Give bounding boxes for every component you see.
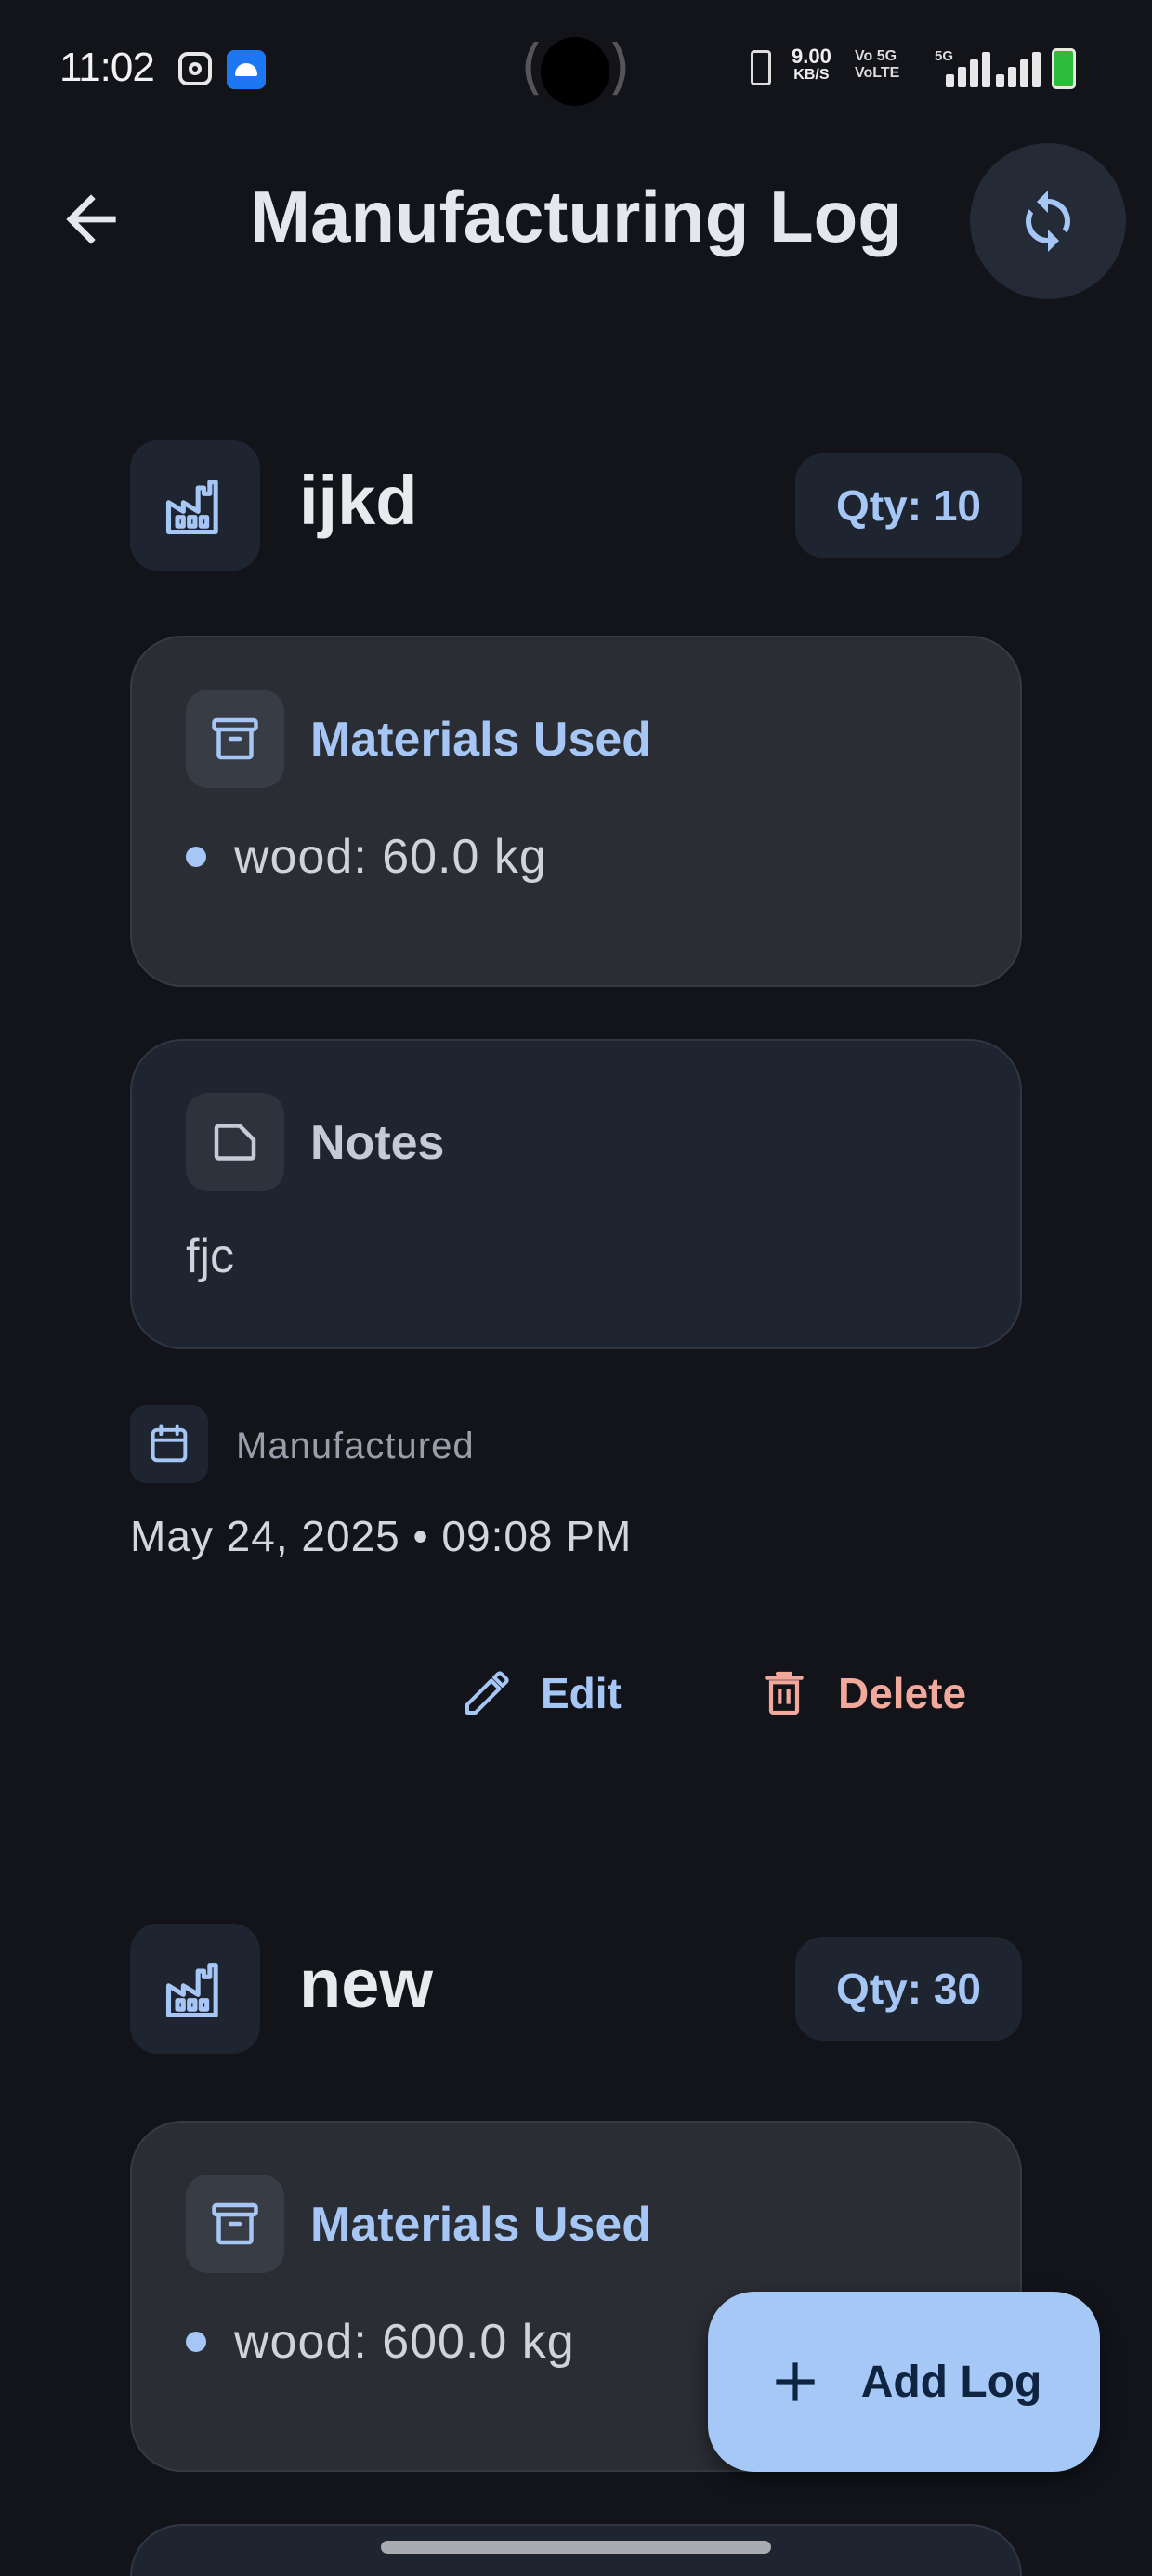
- material-item: wood: 600.0 kg: [186, 2314, 575, 2370]
- signal-icon-1: [942, 48, 994, 87]
- vibrate-icon: [751, 50, 771, 85]
- calendar-icon: [151, 1424, 188, 1463]
- factory-icon: [165, 1963, 218, 2018]
- instagram-icon: [178, 52, 212, 85]
- materials-title: Materials Used: [310, 2198, 652, 2252]
- factory-icon-box: [130, 1924, 260, 2054]
- materials-section: Materials Used wood: 60.0 kg: [130, 636, 1022, 987]
- notes-title: Notes: [310, 1116, 445, 1170]
- archive-icon: [212, 2202, 258, 2245]
- material-item: wood: 60.0 kg: [186, 829, 547, 885]
- manufactured-date: May 24, 2025 • 09:08 PM: [130, 1512, 633, 1560]
- delete-button[interactable]: Delete: [758, 1647, 966, 1740]
- materials-title: Materials Used: [310, 713, 652, 767]
- delete-label: Delete: [838, 1669, 967, 1717]
- material-text: wood: 600.0 kg: [234, 2315, 575, 2369]
- trash-icon: [765, 1671, 804, 1715]
- status-time: 11:02: [59, 45, 155, 90]
- network-speed-unit: KB/S: [793, 67, 830, 83]
- edit-label: Edit: [541, 1669, 622, 1717]
- signal-icon-2: [992, 48, 1044, 87]
- log-name: ijkd: [299, 462, 418, 539]
- refresh-icon: [1026, 191, 1070, 252]
- bullet-dot: [186, 847, 206, 867]
- notes-section: Notes fjc: [130, 1039, 1022, 1349]
- notes-text: fjc: [186, 1229, 234, 1283]
- home-indicator[interactable]: [381, 2541, 771, 2554]
- camera-cutout: [541, 37, 609, 106]
- qty-badge: Qty: 10: [795, 453, 1022, 558]
- log-card-ijkd: ijkd Qty: 10 Materials Used wood: 60.0 k…: [130, 440, 1022, 1717]
- network-speed-value: 9.00: [792, 45, 831, 68]
- pencil-icon: [465, 1671, 509, 1715]
- network-speed: 9.00 KB/S: [792, 46, 831, 84]
- archive-icon-box: [186, 690, 284, 788]
- refresh-button[interactable]: [970, 143, 1126, 299]
- add-log-button[interactable]: Add Log: [708, 2292, 1100, 2472]
- material-text: wood: 60.0 kg: [234, 830, 547, 884]
- bullet-dot: [186, 2332, 206, 2352]
- volte-indicator: Vo 5G VoLTE: [855, 48, 899, 82]
- qty-badge: Qty: 30: [795, 1937, 1022, 2041]
- note-icon: [214, 1124, 256, 1161]
- archive-icon: [212, 717, 258, 760]
- add-log-label: Add Log: [860, 2357, 1042, 2407]
- factory-icon-box: [130, 440, 260, 571]
- calendar-icon-box: [130, 1405, 208, 1483]
- log-actions: Edit Delete: [130, 1647, 1022, 1740]
- plus-icon: [776, 2362, 815, 2401]
- manufactured-label: Manufactured: [236, 1426, 475, 1466]
- archive-icon-box: [186, 2175, 284, 2273]
- camera-bracket-right: ): [608, 33, 631, 102]
- log-name: new: [299, 1945, 433, 2022]
- factory-icon: [165, 480, 218, 535]
- edit-button[interactable]: Edit: [461, 1647, 622, 1740]
- battery-charging-icon: [1052, 48, 1076, 89]
- android-notification-icon: [227, 50, 266, 89]
- log-header: ijkd Qty: 10: [130, 440, 1022, 571]
- log-header: new Qty: 30: [130, 1924, 1022, 2054]
- note-icon-box: [186, 1093, 284, 1191]
- log-card-new: new Qty: 30 Materials Used wood: 600.0 k…: [130, 1924, 1022, 2472]
- status-bar: 11:02 ( ) 9.00 KB/S Vo 5G VoLTE 5G: [0, 0, 1152, 139]
- volte-line-2: VoLTE: [855, 65, 900, 81]
- volte-line-1: Vo 5G: [855, 48, 897, 64]
